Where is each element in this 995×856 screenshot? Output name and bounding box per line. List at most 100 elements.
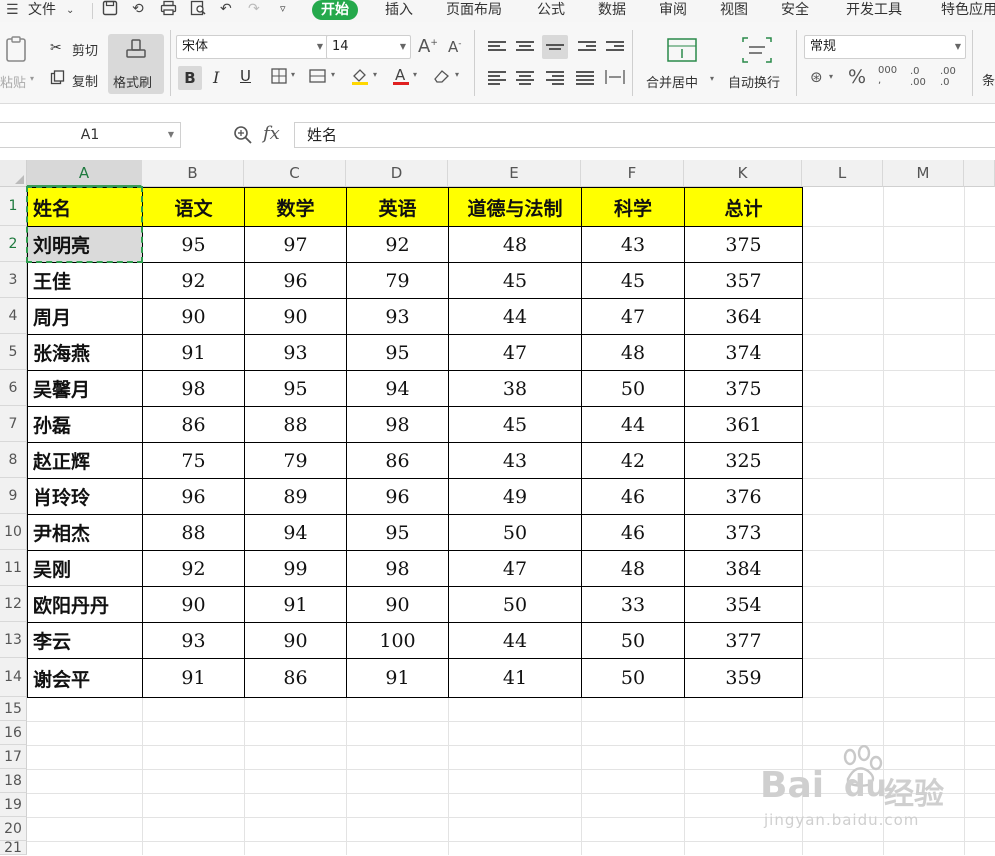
table-cell[interactable]: 38	[449, 371, 581, 406]
justify-icon[interactable]	[576, 71, 594, 85]
table-cell[interactable]: 354	[685, 587, 802, 622]
row-header[interactable]: 11	[0, 550, 27, 586]
table-cell[interactable]: 46	[582, 515, 684, 550]
table-cell[interactable]: 91	[245, 587, 346, 622]
table-cell[interactable]: 384	[685, 551, 802, 586]
table-cell[interactable]: 376	[685, 479, 802, 514]
column-header-l[interactable]: L	[802, 160, 883, 187]
table-cell[interactable]: 88	[245, 407, 346, 442]
tab-data[interactable]: 数据	[598, 1, 626, 19]
table-cell[interactable]: 75	[143, 443, 244, 478]
quick-access-dropdown-icon[interactable]: ▿	[280, 0, 286, 18]
table-cell[interactable]: 93	[143, 623, 244, 658]
row-header[interactable]: 19	[0, 793, 27, 817]
table-cell[interactable]: 96	[143, 479, 244, 514]
print-icon[interactable]	[160, 0, 177, 21]
chevron-down-icon[interactable]: ▾	[455, 70, 459, 79]
table-cell[interactable]: 91	[347, 659, 448, 697]
row-header[interactable]: 8	[0, 442, 27, 478]
decrease-decimal-icon[interactable]: .00.0	[940, 66, 956, 88]
row-header[interactable]: 9	[0, 478, 27, 514]
row-header[interactable]: 15	[0, 697, 27, 721]
border-icon[interactable]	[270, 67, 288, 89]
tab-developer[interactable]: 开发工具	[846, 1, 902, 19]
decrease-font-icon[interactable]: A-	[448, 38, 462, 56]
name-box[interactable]: A1 ▼	[0, 122, 181, 148]
table-cell[interactable]: 91	[143, 659, 244, 697]
table-cell[interactable]: 90	[143, 587, 244, 622]
row-header[interactable]: 21	[0, 841, 27, 855]
table-cell-name[interactable]: 张海燕	[28, 335, 142, 370]
table-cell[interactable]: 50	[582, 371, 684, 406]
table-cell[interactable]: 48	[582, 551, 684, 586]
column-header-d[interactable]: D	[346, 160, 448, 187]
table-cell[interactable]: 50	[449, 587, 581, 622]
table-cell[interactable]: 44	[449, 623, 581, 658]
chevron-down-icon[interactable]: ▾	[291, 70, 295, 79]
table-cell[interactable]: 98	[347, 407, 448, 442]
table-cell[interactable]: 90	[245, 623, 346, 658]
table-cell[interactable]: 93	[347, 299, 448, 334]
tab-page-layout[interactable]: 页面布局	[446, 1, 502, 19]
table-cell-name[interactable]: 周月	[28, 299, 142, 334]
row-header[interactable]: 2	[0, 226, 27, 262]
paste-button[interactable]: 粘贴	[0, 72, 26, 91]
table-cell[interactable]: 42	[582, 443, 684, 478]
table-cell-name[interactable]: 刘明亮	[28, 227, 142, 262]
table-cell[interactable]: 375	[685, 227, 802, 262]
table-cell[interactable]: 94	[347, 371, 448, 406]
table-cell[interactable]: 45	[449, 263, 581, 298]
table-cell[interactable]: 364	[685, 299, 802, 334]
table-cell[interactable]: 95	[347, 335, 448, 370]
row-header[interactable]: 6	[0, 370, 27, 406]
table-cell[interactable]: 47	[449, 551, 581, 586]
percent-icon[interactable]: %	[848, 66, 866, 88]
table-cell[interactable]: 88	[143, 515, 244, 550]
table-header-cell[interactable]: 语文	[143, 188, 244, 226]
table-cell-name[interactable]: 欧阳丹丹	[28, 587, 142, 622]
table-header-cell[interactable]: 英语	[347, 188, 448, 226]
table-cell[interactable]: 357	[685, 263, 802, 298]
table-cell[interactable]: 47	[449, 335, 581, 370]
table-cell[interactable]: 86	[245, 659, 346, 697]
chevron-down-icon[interactable]: ▾	[413, 70, 417, 79]
table-cell[interactable]: 86	[347, 443, 448, 478]
table-cell[interactable]: 325	[685, 443, 802, 478]
table-cell[interactable]: 99	[245, 551, 346, 586]
align-right-icon[interactable]	[546, 71, 564, 85]
chevron-down-icon[interactable]: ▾	[829, 72, 833, 81]
column-header-k[interactable]: K	[684, 160, 802, 187]
row-header[interactable]: 3	[0, 262, 27, 298]
tab-view[interactable]: 视图	[720, 1, 748, 19]
chevron-down-icon[interactable]: ▾	[30, 74, 34, 83]
align-bottom-button[interactable]	[542, 35, 568, 59]
column-header-f[interactable]: F	[581, 160, 684, 187]
underline-icon[interactable]: U	[240, 67, 251, 85]
currency-icon[interactable]: ⊛	[810, 68, 823, 86]
eraser-icon[interactable]	[432, 67, 452, 89]
copy-icon[interactable]	[50, 70, 65, 89]
table-cell-name[interactable]: 李云	[28, 623, 142, 658]
tab-insert[interactable]: 插入	[385, 1, 413, 19]
table-cell[interactable]: 95	[143, 227, 244, 262]
table-cell[interactable]: 49	[449, 479, 581, 514]
copy-button[interactable]: 复制	[72, 71, 98, 90]
table-cell[interactable]: 375	[685, 371, 802, 406]
table-cell[interactable]: 46	[582, 479, 684, 514]
table-cell[interactable]: 48	[449, 227, 581, 262]
table-cell-name[interactable]: 尹相杰	[28, 515, 142, 550]
table-cell[interactable]: 91	[143, 335, 244, 370]
table-cell[interactable]: 95	[347, 515, 448, 550]
wrap-text-icon[interactable]	[740, 36, 774, 70]
row-header[interactable]: 14	[0, 658, 27, 697]
table-cell[interactable]: 43	[582, 227, 684, 262]
table-cell[interactable]: 94	[245, 515, 346, 550]
table-cell[interactable]: 89	[245, 479, 346, 514]
merge-center-button[interactable]: 合并居中	[646, 72, 698, 91]
chevron-down-icon[interactable]: ⌄	[66, 2, 74, 20]
row-header[interactable]: 20	[0, 817, 27, 841]
decrease-indent-icon[interactable]	[578, 41, 596, 55]
row-header[interactable]: 16	[0, 721, 27, 745]
cut-button[interactable]: 剪切	[72, 40, 98, 59]
table-cell[interactable]: 90	[347, 587, 448, 622]
